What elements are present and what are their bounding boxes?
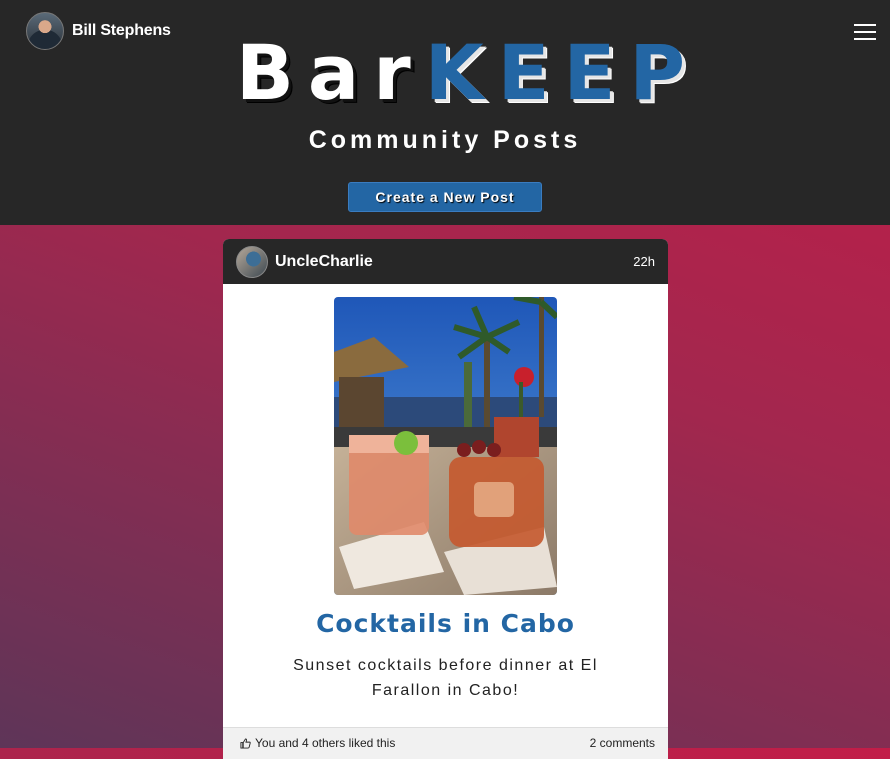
avatar[interactable] [26, 12, 64, 50]
post-photo [334, 297, 557, 595]
user-name[interactable]: Bill Stephens [72, 22, 171, 40]
logo-keep: KEEP [424, 28, 700, 117]
thumbs-up-icon[interactable] [240, 737, 251, 749]
post-footer: You and 4 others liked this 2 comments [223, 727, 668, 759]
header: Bill Stephens BarKEEP Community Posts Cr… [0, 0, 890, 225]
post-title[interactable]: Cocktails in Cabo [223, 609, 668, 638]
current-user[interactable]: Bill Stephens [26, 12, 171, 50]
post-card: UncleCharlie 22h Cocktails in Cabo Sunse… [223, 239, 668, 759]
hamburger-icon[interactable] [854, 22, 876, 42]
post-image[interactable] [334, 297, 557, 595]
logo: BarKEEP [236, 28, 699, 118]
post-body: Sunset cocktails before dinner at El Far… [293, 657, 598, 699]
post-header: UncleCharlie 22h [223, 239, 668, 284]
create-post-button[interactable]: Create a New Post [348, 182, 542, 212]
page-title: Community Posts [308, 126, 582, 154]
logo-bar: Bar [236, 28, 425, 117]
post-timestamp: 22h [633, 254, 655, 269]
avatar[interactable] [236, 245, 268, 278]
post-author[interactable]: UncleCharlie [275, 253, 373, 271]
